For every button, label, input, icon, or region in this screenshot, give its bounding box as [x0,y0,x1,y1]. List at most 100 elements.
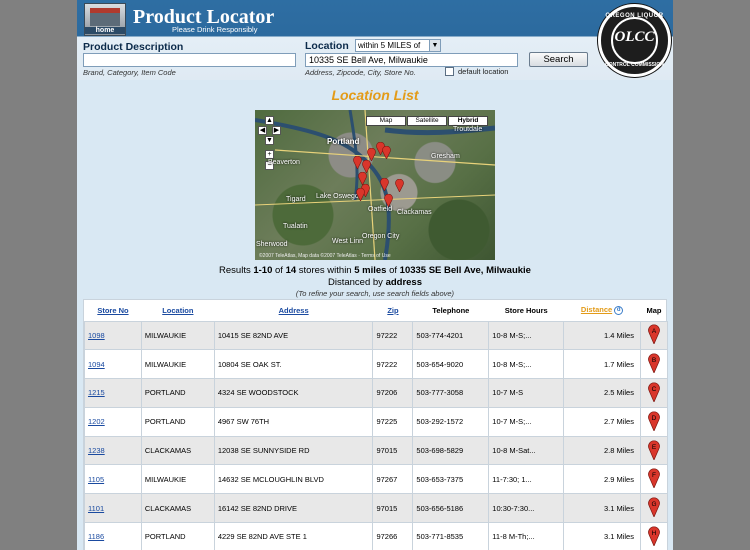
store-no-link[interactable]: 1101 [84,493,142,524]
map-pin-letter: D [652,415,657,422]
telephone-cell: 503-777-3058 [412,378,490,408]
pan-left-icon[interactable]: ◀ [258,126,267,135]
zip-cell: 97015 [372,493,414,524]
store-no-link[interactable]: 1094 [84,349,142,380]
address-cell: 16142 SE 82ND DRIVE [213,493,374,524]
map-pin-icon[interactable]: F [648,468,660,490]
map-pin-icon[interactable]: G [648,497,660,519]
col-distance[interactable]: Distance d [564,300,641,321]
map-pin-letter: B [652,357,656,364]
location-cell: MILWAUKIE [140,320,215,351]
address-cell: 4229 SE 82ND AVE STE 1 [213,522,374,550]
map-label: Troutdale [453,126,483,133]
map-label: West Linn [332,238,363,245]
product-description-input[interactable] [83,53,296,67]
search-button[interactable]: Search [529,52,588,67]
map-type-hybrid-button[interactable]: Hybrid [448,116,488,126]
store-hours-cell: 10-7 M-S [488,378,565,408]
map-pin-letter: F [652,472,656,479]
map-pin-cell[interactable]: G [639,493,669,524]
map-pin-icon[interactable] [395,179,404,192]
zip-cell: 97267 [372,464,414,495]
map-pin-icon[interactable]: C [648,382,660,403]
info-icon[interactable]: d [614,306,624,315]
address-cell: 12038 SE SUNNYSIDE RD [213,435,374,466]
telephone-cell: 503-698-5829 [412,435,490,466]
map-pin-cell[interactable]: C [639,378,669,408]
col-location[interactable]: Location [141,300,214,321]
col-zip[interactable]: Zip [373,300,413,321]
store-no-link[interactable]: 1105 [84,464,142,495]
zip-cell: 97222 [372,320,414,351]
store-hours-cell: 10-8 M-S;... [488,320,565,351]
map-pin-cell[interactable]: A [639,320,669,351]
pan-right-icon[interactable]: ▶ [272,126,281,135]
location-cell: CLACKAMAS [140,493,215,524]
map-label: Oatfield [368,206,393,213]
map-label: Portland [327,137,360,146]
table-row: 1186 PORTLAND 4229 SE 82ND AVE STE 1 97266 5… [84,522,669,550]
map-label: Gresham [431,153,460,160]
address-cell: 4967 SW 76TH [213,406,374,437]
col-telephone: Telephone [432,305,470,315]
distance-cell: 1.4 Miles [563,320,641,351]
distance-cell: 2.9 Miles [563,464,641,495]
zip-cell: 97015 [372,435,414,466]
map-pin-cell[interactable]: H [639,522,669,550]
distance-cell: 2.5 Miles [563,378,641,408]
pan-up-icon[interactable]: ▲ [265,116,274,125]
radius-select[interactable]: within 5 MILES of ▼ [355,39,441,52]
pan-down-icon[interactable]: ▼ [265,136,274,145]
distanced-by: Distanced by address [328,277,422,288]
map-label: Lake Oswego [316,193,359,200]
map-pin-icon[interactable] [380,178,389,191]
map-pin-icon[interactable] [384,194,393,207]
zip-cell: 97222 [372,349,414,380]
col-store-no[interactable]: Store No [85,300,142,321]
map-pin-cell[interactable]: F [639,464,669,495]
location-hint: Address, Zipcode, City, Store No. [305,68,416,77]
table-row: 1215 PORTLAND 4324 SE WOODSTOCK 97206 503-77… [84,378,669,408]
default-location-checkbox[interactable] [445,67,454,76]
home-button[interactable]: home [84,3,126,36]
col-map: Map [646,305,662,315]
store-no-link[interactable]: 1098 [84,320,142,351]
store-no-link[interactable]: 1215 [84,378,142,408]
distance-cell: 3.1 Miles [563,493,641,524]
map-label: Oregon City [362,233,400,240]
map-pin-icon[interactable]: E [648,440,660,461]
map-type-satellite-button[interactable]: Satellite [407,116,447,126]
map-pin-icon[interactable] [356,188,365,201]
zip-cell: 97225 [372,406,414,437]
store-no-link[interactable]: 1238 [84,435,142,466]
location-input[interactable]: 10335 SE Bell Ave, Milwaukie [305,53,518,67]
map-pin-cell[interactable]: B [639,349,669,380]
distance-cell: 1.7 Miles [563,349,641,380]
map-pin-letter: C [652,386,657,393]
col-address[interactable]: Address [214,300,373,321]
store-hours-cell: 11-7:30; 1... [488,464,565,495]
address-cell: 10804 SE OAK ST. [213,349,374,380]
refine-hint: (To refine your search, use search field… [295,289,455,298]
map[interactable]: Map Satellite Hybrid ▲ ◀ ▶ ▼ + − Portlan… [255,110,495,260]
map-pin-icon[interactable]: H [648,526,660,547]
map-pin-icon[interactable]: A [648,324,660,346]
default-location-label: default location [458,67,509,76]
olcc-seal-logo[interactable]: OREGON LIQUOR OLCC CONTROL COMMISSION [598,4,671,77]
map-pin-icon[interactable]: B [648,353,660,375]
map-pin-cell[interactable]: E [639,435,669,466]
location-cell: MILWAUKIE [140,464,215,495]
map-pin-icon[interactable]: D [648,411,660,432]
map-pin-cell[interactable]: D [639,406,669,437]
table-row: 1094 MILWAUKIE 10804 SE OAK ST. 97222 503-65… [84,349,669,380]
map-pin-letter: A [652,328,657,335]
col-store-hours: Store Hours [504,305,548,315]
location-cell: PORTLAND [140,406,215,437]
map-pin-icon[interactable] [382,146,391,159]
store-no-link[interactable]: 1186 [84,522,142,550]
table-row: 1098 MILWAUKIE 10415 SE 82ND AVE 97222 503-7… [84,320,669,351]
store-no-link[interactable]: 1202 [84,406,142,437]
zoom-in-icon[interactable]: + [265,150,274,159]
map-pin-icon[interactable] [353,156,362,169]
map-type-map-button[interactable]: Map [366,116,406,126]
